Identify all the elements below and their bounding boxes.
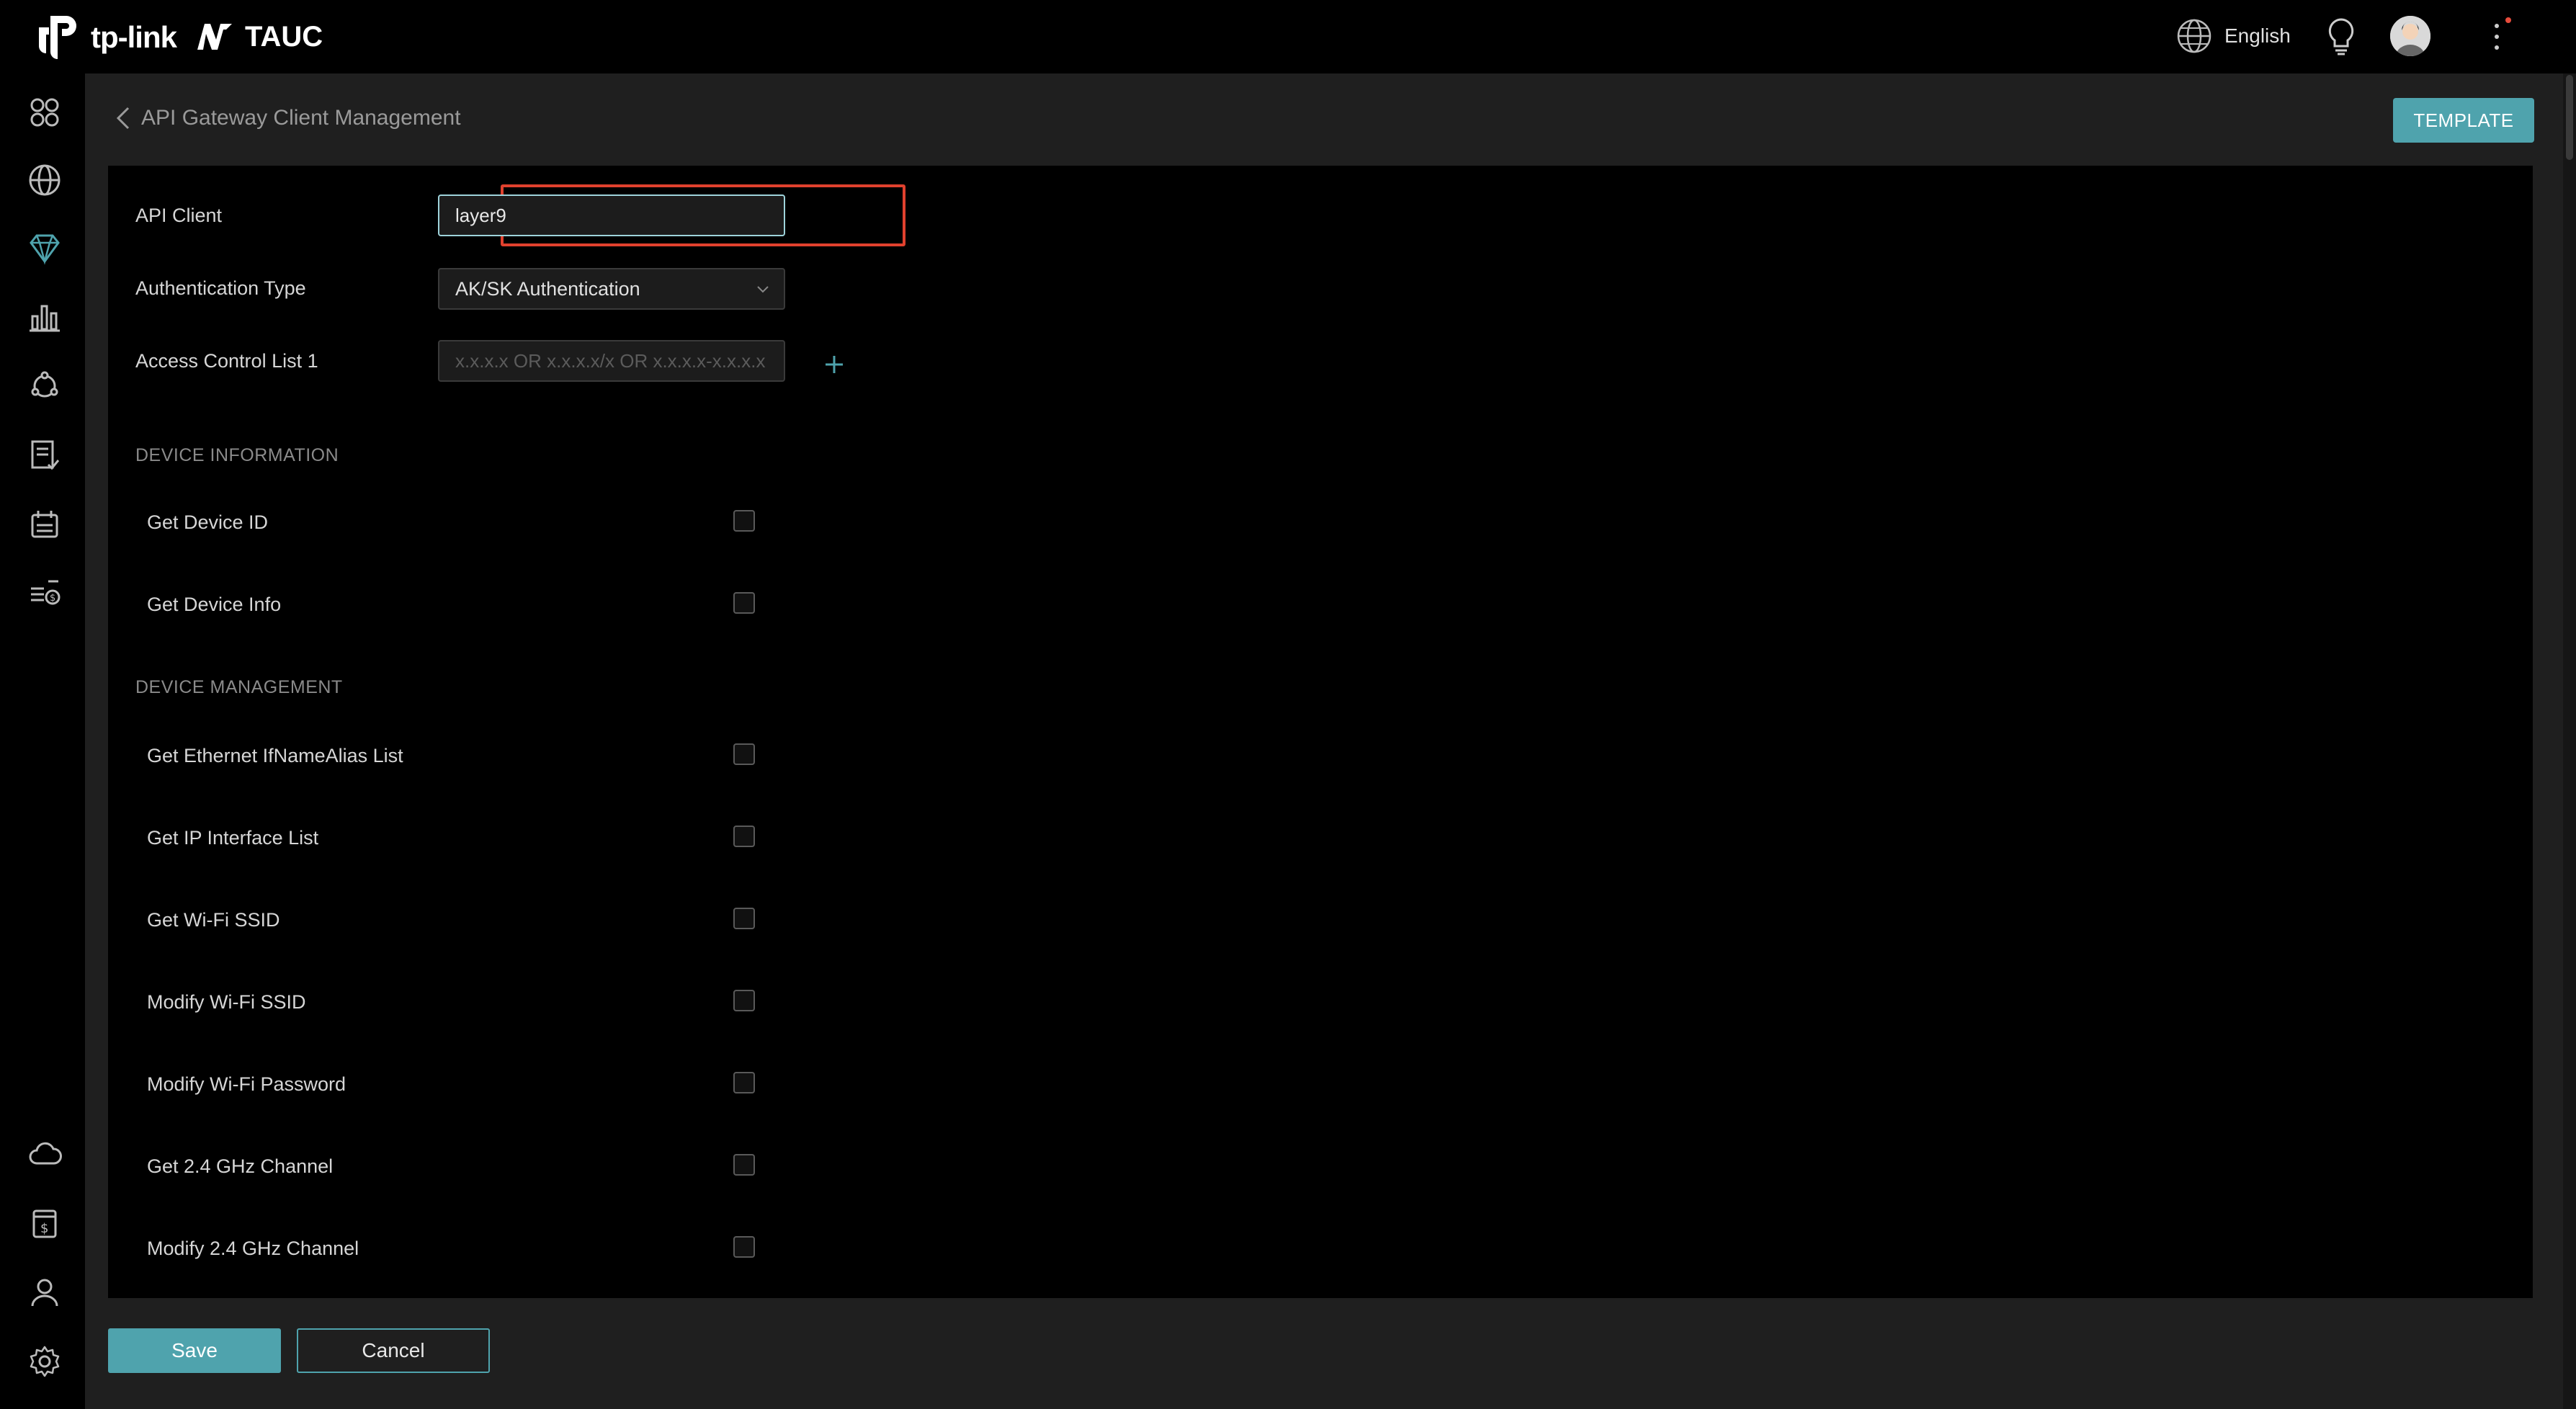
perm-label-modify-24ghz-channel: Modify 2.4 GHz Channel <box>147 1238 359 1259</box>
cancel-button[interactable]: Cancel <box>297 1328 490 1373</box>
sidebar-item-analytics[interactable] <box>24 297 65 337</box>
globe-language-icon <box>2177 19 2211 53</box>
sidebar-item-dashboard[interactable] <box>24 92 65 133</box>
sidebar-item-topology[interactable] <box>24 366 65 406</box>
product-name: TAUC <box>245 20 323 53</box>
language-label: English <box>2224 24 2291 47</box>
perm-checkbox-modify-wifi-ssid[interactable] <box>733 990 755 1011</box>
user-avatar[interactable] <box>2390 16 2430 56</box>
perm-label-get-ethernet-ifnamealias: Get Ethernet IfNameAlias List <box>147 745 403 766</box>
calendar-icon <box>31 511 58 538</box>
payment-icon: $ <box>32 1209 57 1238</box>
auth-type-value: AK/SK Authentication <box>455 277 640 300</box>
svg-text:$: $ <box>50 593 55 604</box>
sidebar: $ $ <box>0 73 85 1409</box>
sidebar-item-settings[interactable] <box>24 1341 65 1382</box>
user-icon <box>31 1279 58 1307</box>
perm-label-get-device-info: Get Device Info <box>147 594 282 615</box>
page-scrollbar[interactable] <box>2563 73 2576 1409</box>
perm-label-get-wifi-ssid: Get Wi-Fi SSID <box>147 909 280 931</box>
auth-type-label: Authentication Type <box>135 277 306 299</box>
sidebar-item-billing[interactable]: $ <box>24 573 65 614</box>
api-client-label: API Client <box>135 205 223 226</box>
perm-checkbox-get-device-id[interactable] <box>733 510 755 532</box>
language-selector[interactable]: English <box>2175 16 2291 56</box>
sidebar-item-payment[interactable]: $ <box>24 1203 65 1243</box>
perm-checkbox-modify-wifi-password[interactable] <box>733 1072 755 1093</box>
billing-list-icon: $ <box>31 580 61 605</box>
cloud-icon <box>29 1142 62 1165</box>
notification-dot <box>2505 17 2511 23</box>
settings-icon <box>30 1346 60 1377</box>
sidebar-item-premium[interactable] <box>24 228 65 268</box>
perm-checkbox-modify-24ghz-channel[interactable] <box>733 1236 755 1258</box>
form-panel: API Client Authentication Type AK/SK Aut… <box>108 166 2533 1298</box>
perm-checkbox-get-24ghz-channel[interactable] <box>733 1154 755 1176</box>
perm-label-get-24ghz-channel: Get 2.4 GHz Channel <box>147 1155 334 1177</box>
page-header: API Gateway Client Management TEMPLATE <box>85 73 2563 166</box>
checklist-icon <box>31 440 60 470</box>
main-content: API Gateway Client Management TEMPLATE A… <box>85 73 2563 1409</box>
dashboard-icon <box>30 98 59 127</box>
section-device-management: DEVICE MANAGEMENT <box>135 677 343 697</box>
perm-label-get-device-id: Get Device ID <box>147 511 269 533</box>
back-link[interactable]: API Gateway Client Management <box>114 105 461 131</box>
add-acl-icon[interactable] <box>821 352 847 377</box>
api-client-input[interactable] <box>438 194 785 236</box>
topology-icon <box>31 371 58 398</box>
lightbulb-icon[interactable] <box>2325 17 2357 56</box>
perm-label-modify-wifi-ssid: Modify Wi-Fi SSID <box>147 991 306 1013</box>
chevron-down-icon <box>757 286 769 293</box>
acl-label: Access Control List 1 <box>135 350 318 372</box>
perm-checkbox-get-ip-interface-list[interactable] <box>733 826 755 847</box>
acl-input[interactable] <box>438 340 785 382</box>
tp-link-logo[interactable]: tp-link <box>29 9 177 66</box>
auth-type-select[interactable]: AK/SK Authentication <box>438 268 785 310</box>
globe-icon <box>29 164 61 196</box>
sidebar-item-cloud[interactable] <box>24 1134 65 1174</box>
diamond-icon <box>30 234 60 265</box>
sidebar-item-globe[interactable] <box>24 160 65 200</box>
section-device-information: DEVICE INFORMATION <box>135 445 339 465</box>
sidebar-item-calendar[interactable] <box>24 504 65 545</box>
form-footer: Save Cancel <box>85 1298 2563 1409</box>
perm-checkbox-get-ethernet-ifnamealias[interactable] <box>733 743 755 765</box>
template-button[interactable]: TEMPLATE <box>2393 98 2534 143</box>
perm-label-get-ip-interface-list: Get IP Interface List <box>147 827 319 849</box>
sidebar-item-tasks[interactable] <box>24 435 65 475</box>
more-vertical-icon[interactable] <box>2488 19 2505 55</box>
tp-link-logo-icon <box>39 16 76 59</box>
analytics-icon <box>30 305 60 332</box>
tauc-mark-icon <box>197 24 232 50</box>
perm-checkbox-get-wifi-ssid[interactable] <box>733 908 755 929</box>
chevron-left-icon <box>116 107 130 130</box>
scrollbar-thumb[interactable] <box>2566 75 2573 160</box>
tauc-logo[interactable]: TAUC <box>194 14 323 59</box>
top-bar: tp-link TAUC English <box>0 0 2576 73</box>
perm-label-modify-wifi-password: Modify Wi-Fi Password <box>147 1073 346 1095</box>
perm-checkbox-get-device-info[interactable] <box>733 592 755 614</box>
page-title: API Gateway Client Management <box>141 106 461 130</box>
save-button[interactable]: Save <box>108 1328 281 1373</box>
svg-text:$: $ <box>40 1221 48 1236</box>
sidebar-item-user[interactable] <box>24 1272 65 1312</box>
avatar-icon <box>2390 16 2430 56</box>
logo-text: tp-link <box>91 20 177 54</box>
